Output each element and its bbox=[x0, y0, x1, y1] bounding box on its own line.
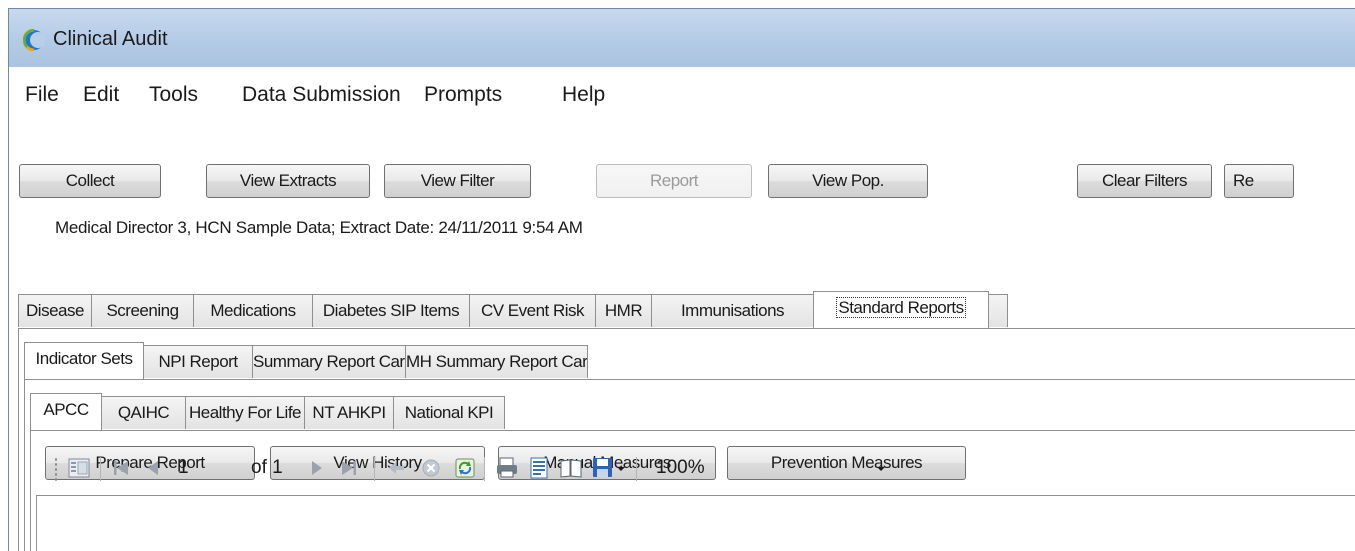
menu-prompts[interactable]: Prompts bbox=[424, 83, 502, 107]
app-window: Clinical Audit File Edit Tools Data Subm… bbox=[8, 8, 1355, 551]
back-icon[interactable] bbox=[384, 455, 410, 481]
toolbar-grip[interactable] bbox=[54, 457, 58, 481]
partial-button[interactable]: Re bbox=[1224, 164, 1294, 198]
viewer-border-left bbox=[36, 495, 37, 551]
title-bar[interactable]: Clinical Audit bbox=[9, 9, 1355, 67]
menu-edit[interactable]: Edit bbox=[83, 83, 119, 107]
extract-info-text: Medical Director 3, HCN Sample Data; Ext… bbox=[55, 218, 583, 237]
indicator-tab-panel-left-border bbox=[30, 430, 31, 551]
tab-qaihc[interactable]: QAIHC bbox=[101, 396, 186, 429]
view-extracts-button[interactable]: View Extracts bbox=[206, 164, 370, 198]
viewer-border-top bbox=[36, 495, 1355, 496]
document-map-icon[interactable] bbox=[66, 455, 92, 481]
previous-page-icon[interactable] bbox=[140, 455, 166, 481]
refresh-icon[interactable] bbox=[452, 455, 478, 481]
tab-screening[interactable]: Screening bbox=[91, 294, 194, 327]
last-page-icon[interactable] bbox=[336, 455, 362, 481]
zoom-select[interactable]: 100% bbox=[656, 457, 705, 479]
window-title: Clinical Audit bbox=[53, 28, 168, 50]
menu-bar: File Edit Tools Data Submission Prompts … bbox=[16, 67, 1355, 119]
export-dropdown-icon[interactable] bbox=[614, 455, 628, 481]
tab-mh-summary-report-card[interactable]: MH Summary Report Card bbox=[405, 345, 588, 378]
tab-immunisations[interactable]: Immunisations bbox=[651, 294, 814, 327]
clear-filters-button[interactable]: Clear Filters bbox=[1077, 164, 1212, 198]
tab-indicator-sets[interactable]: Indicator Sets bbox=[24, 342, 144, 379]
tab-apcc[interactable]: APCC bbox=[30, 393, 102, 430]
toolbar-separator bbox=[374, 457, 375, 481]
tab-national-kpi[interactable]: National KPI bbox=[393, 396, 505, 429]
tab-cv-event-risk[interactable]: CV Event Risk bbox=[469, 294, 596, 327]
menu-data-submission[interactable]: Data Submission bbox=[242, 83, 401, 107]
tab-medications[interactable]: Medications bbox=[193, 294, 313, 327]
menu-file[interactable]: File bbox=[25, 83, 59, 107]
tab-standard-reports-label: Standard Reports bbox=[836, 297, 966, 318]
report-tab-strip: Indicator Sets NPI Report Summary Report… bbox=[16, 342, 1355, 379]
indicator-tab-strip: APCC QAIHC Healthy For Life NT AHKPI Nat… bbox=[16, 393, 1355, 430]
zoom-dropdown-icon[interactable] bbox=[874, 455, 888, 481]
menu-tools[interactable]: Tools bbox=[149, 83, 198, 107]
tab-summary-report-card[interactable]: Summary Report Card bbox=[252, 345, 406, 378]
indicator-tab-panel-border bbox=[30, 430, 1355, 431]
page-setup-icon[interactable] bbox=[558, 455, 584, 481]
view-pop-button[interactable]: View Pop. bbox=[768, 164, 928, 198]
current-page-input[interactable]: 1 bbox=[178, 457, 189, 479]
report-tab-panel-border bbox=[24, 379, 1355, 380]
main-tab-strip: Disease Screening Medications Diabetes S… bbox=[16, 291, 1355, 328]
export-save-icon[interactable] bbox=[590, 455, 616, 481]
print-icon[interactable] bbox=[494, 455, 520, 481]
tab-hmr[interactable]: HMR bbox=[595, 294, 652, 327]
toolbar-separator bbox=[636, 457, 637, 481]
report-viewer-toolbar: 1 of 1 100% bbox=[44, 453, 1344, 487]
menu-help[interactable]: Help bbox=[562, 83, 605, 107]
tab-overflow[interactable] bbox=[988, 294, 1008, 327]
main-tab-panel-border bbox=[18, 328, 1355, 329]
stop-icon[interactable] bbox=[418, 455, 444, 481]
collect-button[interactable]: Collect bbox=[19, 164, 161, 198]
tab-diabetes-sip-items[interactable]: Diabetes SIP Items bbox=[312, 294, 470, 327]
toolbar-separator bbox=[100, 457, 101, 481]
toolbar-separator bbox=[484, 457, 485, 481]
report-button[interactable]: Report bbox=[596, 164, 752, 198]
first-page-icon[interactable] bbox=[108, 455, 134, 481]
app-logo-icon bbox=[23, 29, 45, 51]
tab-nt-ahkpi[interactable]: NT AHKPI bbox=[304, 396, 394, 429]
tab-healthy-for-life[interactable]: Healthy For Life bbox=[185, 396, 305, 429]
print-layout-icon[interactable] bbox=[526, 455, 552, 481]
tab-npi-report[interactable]: NPI Report bbox=[143, 345, 253, 378]
page-total-label: of 1 bbox=[251, 457, 283, 478]
tab-disease[interactable]: Disease bbox=[18, 294, 92, 327]
view-filter-button[interactable]: View Filter bbox=[384, 164, 531, 198]
tab-standard-reports[interactable]: Standard Reports bbox=[813, 291, 989, 328]
next-page-icon[interactable] bbox=[304, 455, 330, 481]
